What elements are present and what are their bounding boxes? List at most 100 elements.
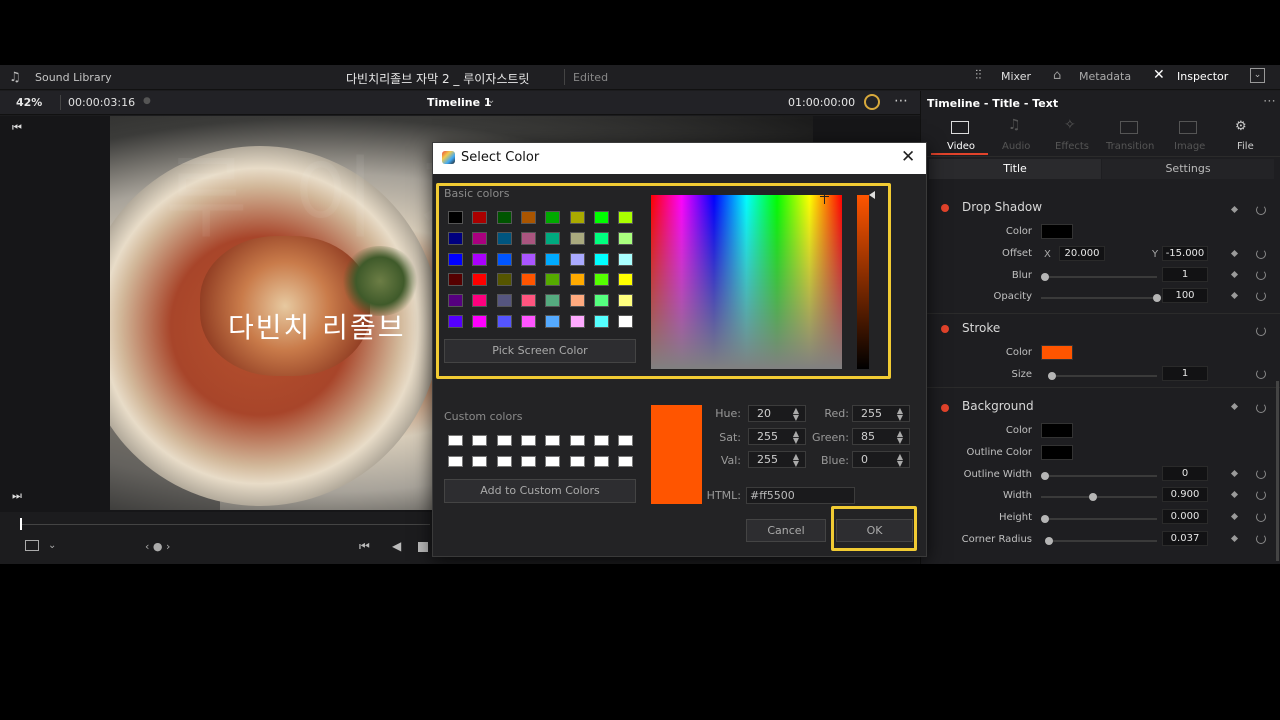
section-stroke[interactable]: Stroke (962, 321, 1000, 335)
keyframe-icon[interactable] (1230, 270, 1239, 279)
custom-color-swatch[interactable] (448, 456, 463, 467)
subtab-settings[interactable]: Settings (1102, 159, 1274, 179)
tab-file[interactable]: File (1237, 141, 1254, 152)
prev-next-icon[interactable]: ‹ ● › (145, 540, 170, 553)
hue-spinbox[interactable]: 20 ▲ ▼ (748, 405, 806, 422)
slider-knob[interactable] (1089, 493, 1097, 501)
subtab-title[interactable]: Title (929, 159, 1101, 179)
blue-spinbox[interactable]: 0 ▲ ▼ (852, 451, 910, 468)
keyframe-icon[interactable] (1230, 490, 1239, 499)
inspector-button[interactable]: Inspector (1177, 70, 1228, 83)
reset-icon[interactable] (1256, 469, 1266, 479)
size-slider[interactable] (1048, 372, 1157, 380)
size-field[interactable]: 1 (1162, 366, 1208, 381)
outline-width-slider[interactable] (1041, 472, 1157, 480)
keyframe-icon[interactable] (1230, 291, 1239, 300)
more-options-icon[interactable]: ⋯ (894, 93, 908, 109)
skip-end-icon[interactable]: ⏭ (12, 489, 22, 503)
reset-icon[interactable] (1256, 205, 1266, 215)
outline-color-swatch[interactable] (1041, 445, 1073, 460)
custom-color-swatch[interactable] (593, 435, 609, 446)
keyframe-icon[interactable] (1230, 249, 1239, 258)
keyframe-icon[interactable] (1230, 402, 1239, 411)
spin-arrows-icon[interactable]: ▲ ▼ (897, 453, 903, 468)
custom-color-swatch[interactable] (545, 435, 561, 446)
background-color-swatch[interactable] (1041, 423, 1073, 438)
stroke-color-swatch[interactable] (1041, 345, 1073, 360)
skip-start-icon[interactable]: ⏮ (12, 121, 22, 135)
title-text-overlay[interactable]: 다빈치 리졸브 (228, 306, 405, 346)
reset-icon[interactable] (1256, 534, 1266, 544)
inspector-icon[interactable]: ✕ (1153, 67, 1165, 83)
slider-knob[interactable] (1048, 372, 1056, 380)
sound-library-button[interactable]: Sound Library (35, 71, 112, 84)
spin-arrows-icon[interactable]: ▲ ▼ (793, 430, 799, 445)
section-background[interactable]: Background (962, 399, 1034, 413)
red-spinbox[interactable]: 255 ▲ ▼ (852, 405, 910, 422)
custom-color-swatch[interactable] (618, 435, 634, 446)
offset-y-field[interactable]: -15.000 (1162, 246, 1208, 261)
sound-library-icon[interactable]: ♫ (9, 70, 21, 85)
stop-icon[interactable] (418, 542, 428, 552)
corner-radius-field[interactable]: 0.037 (1162, 531, 1208, 546)
slider-knob[interactable] (1041, 515, 1049, 523)
keyframe-icon[interactable] (1230, 534, 1239, 543)
slider-knob[interactable] (1041, 273, 1049, 281)
slider-knob[interactable] (1041, 472, 1049, 480)
spin-arrows-icon[interactable]: ▲ ▼ (793, 453, 799, 468)
video-tab-icon[interactable] (951, 121, 969, 134)
reset-icon[interactable] (1256, 403, 1266, 413)
play-reverse-icon[interactable]: ◀ (392, 539, 401, 553)
color-wheel-icon[interactable] (864, 94, 880, 110)
custom-color-swatch[interactable] (520, 456, 536, 467)
custom-color-swatch[interactable] (496, 435, 512, 446)
add-to-custom-colors-button[interactable]: Add to Custom Colors (444, 479, 636, 503)
sat-spinbox[interactable]: 255 ▲ ▼ (748, 428, 806, 445)
chevron-down-icon[interactable]: ⌄ (1250, 68, 1265, 83)
mixer-button[interactable]: Mixer (1001, 70, 1031, 83)
keyframe-icon[interactable] (1230, 469, 1239, 478)
blur-slider[interactable] (1041, 273, 1157, 281)
slider-knob[interactable] (1045, 537, 1053, 545)
reset-icon[interactable] (1256, 291, 1266, 301)
height-field[interactable]: 0.000 (1162, 509, 1208, 524)
close-icon[interactable]: ✕ (901, 147, 915, 167)
spin-arrows-icon[interactable]: ▲ ▼ (897, 430, 903, 445)
metadata-icon[interactable]: ⌂ (1053, 68, 1061, 83)
enable-toggle[interactable] (941, 325, 949, 333)
cancel-button[interactable]: Cancel (746, 519, 826, 542)
reset-icon[interactable] (1256, 369, 1266, 379)
blur-field[interactable]: 1 (1162, 267, 1208, 282)
custom-color-swatch[interactable] (496, 456, 512, 467)
reset-icon[interactable] (1256, 249, 1266, 259)
drop-shadow-color-swatch[interactable] (1041, 224, 1073, 239)
custom-color-swatch[interactable] (618, 456, 634, 467)
width-slider[interactable] (1041, 493, 1157, 501)
slider-knob[interactable] (1153, 294, 1161, 302)
custom-color-swatch[interactable] (448, 435, 463, 446)
timeline-name[interactable]: Timeline 1 (427, 96, 492, 109)
height-slider[interactable] (1041, 515, 1157, 523)
custom-color-swatch[interactable] (472, 456, 488, 467)
section-drop-shadow[interactable]: Drop Shadow (962, 200, 1042, 214)
reset-icon[interactable] (1256, 490, 1266, 500)
enable-toggle[interactable] (941, 404, 949, 412)
spin-arrows-icon[interactable]: ▲ ▼ (793, 407, 799, 422)
green-spinbox[interactable]: 85 ▲ ▼ (852, 428, 910, 445)
custom-color-swatch[interactable] (472, 435, 488, 446)
chevron-down-icon[interactable]: ⌄ (487, 95, 495, 106)
keyframe-icon[interactable] (1230, 512, 1239, 521)
first-frame-icon[interactable]: ⏮ (359, 539, 370, 554)
enable-toggle[interactable] (941, 204, 949, 212)
keyframe-icon[interactable] (1230, 205, 1239, 214)
scrollbar[interactable] (1276, 381, 1279, 561)
more-options-icon[interactable]: ⋯ (1263, 94, 1276, 109)
opacity-slider[interactable] (1041, 294, 1161, 302)
html-hex-input[interactable]: #ff5500 (746, 487, 855, 504)
reset-icon[interactable] (1256, 512, 1266, 522)
custom-color-swatch[interactable] (520, 435, 536, 446)
custom-color-swatch[interactable] (569, 435, 585, 446)
metadata-button[interactable]: Metadata (1079, 70, 1131, 83)
reset-icon[interactable] (1256, 270, 1266, 280)
custom-color-swatch[interactable] (569, 456, 585, 467)
